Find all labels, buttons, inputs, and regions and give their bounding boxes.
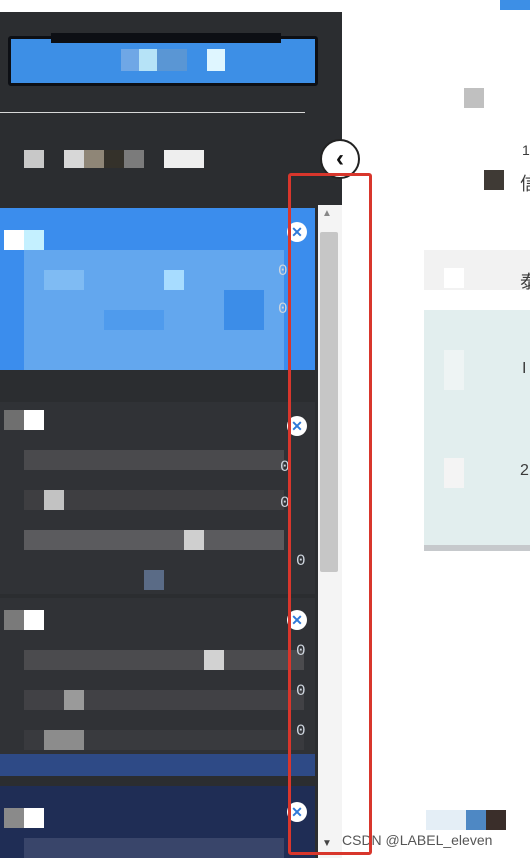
card-content-mosaic [104, 310, 164, 330]
main-mosaic [444, 268, 464, 288]
top-bar-accent [500, 0, 530, 10]
card-digit: 0 [278, 300, 288, 318]
list-item[interactable]: 0 0 ✕ [0, 208, 315, 370]
main-section-header [424, 250, 530, 290]
logo-mosaic [121, 49, 139, 71]
main-mosaic [484, 170, 504, 190]
card-content-mosaic [24, 650, 304, 670]
logo-banner[interactable] [8, 33, 318, 86]
toolbar-mosaic [84, 150, 104, 168]
main-card-mosaic [444, 350, 464, 390]
toolbar-mosaic [24, 150, 44, 168]
card-content-mosaic [24, 838, 284, 858]
card-icon [4, 410, 24, 430]
card-content-mosaic [44, 270, 84, 290]
footer-mosaic [426, 810, 466, 830]
card-content-mosaic [184, 530, 204, 550]
highlight-annotation [288, 173, 372, 855]
main-text-fragment: I [522, 360, 527, 377]
card-icon [4, 610, 24, 630]
main-card-mosaic [444, 458, 464, 488]
sidebar-top-strip [0, 0, 342, 12]
card-content-mosaic [64, 690, 84, 710]
toolbar-mosaic [64, 150, 84, 168]
card-icon [24, 230, 44, 250]
list-item[interactable]: 0 0 0 ✕ [0, 598, 315, 776]
logo-mosaic [51, 33, 281, 43]
card-background-art [0, 754, 315, 776]
list-item[interactable]: 0 0 0 ✕ [0, 402, 315, 594]
main-mosaic [464, 88, 484, 108]
card-content-mosaic [24, 530, 284, 550]
card-content-mosaic [44, 730, 84, 750]
card-icon [24, 410, 44, 430]
card-icon [4, 808, 24, 828]
toolbar-mosaic [124, 150, 144, 168]
toolbar-mosaic [104, 150, 124, 168]
card-icon [4, 230, 24, 250]
footer-mosaic [466, 810, 486, 830]
list-item[interactable]: ✕ [0, 786, 315, 858]
main-text-fragment: 1 [522, 142, 530, 158]
toolbar-mosaic [164, 150, 204, 168]
card-content-mosaic [24, 450, 284, 470]
main-text-fragment: 泰 [520, 272, 530, 292]
card-content-mosaic [224, 290, 264, 330]
sidebar-divider [0, 112, 305, 113]
chevron-left-icon: ‹ [336, 145, 344, 172]
card-content-mosaic [204, 650, 224, 670]
card-content-mosaic [144, 570, 164, 590]
logo-mosaic [207, 49, 225, 71]
main-card[interactable]: I 2 [424, 310, 530, 550]
main-card-shadow [424, 545, 530, 551]
main-text-fragment: 2 [520, 462, 529, 479]
card-content-mosaic [44, 490, 64, 510]
card-icon [24, 808, 44, 828]
footer-mosaic [486, 810, 506, 830]
card-digit: 0 [278, 262, 288, 280]
card-content-mosaic [164, 270, 184, 290]
logo-mosaic [139, 49, 157, 71]
main-text-fragment: 信 [520, 174, 530, 194]
logo-mosaic [157, 49, 187, 71]
card-icon [24, 610, 44, 630]
